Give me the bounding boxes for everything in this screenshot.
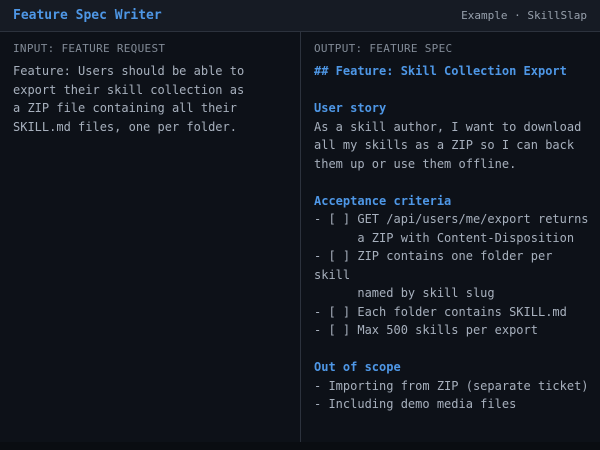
spec-text-line: a ZIP with Content-Disposition: [314, 229, 587, 248]
spec-text-line: - Including demo media files: [314, 395, 587, 414]
spec-text-line: - [ ] ZIP contains one folder per: [314, 247, 587, 266]
spec-text-line: [314, 81, 587, 100]
spec-heading-line: ## Feature: Skill Collection Export: [314, 62, 587, 81]
spec-text-line: As a skill author, I want to download: [314, 118, 587, 137]
input-feature-request-text: Feature: Users should be able to export …: [13, 62, 287, 137]
app-title: Feature Spec Writer: [13, 8, 162, 23]
spec-text-line: [314, 340, 587, 359]
spec-text-line: - [ ] Max 500 skills per export: [314, 321, 587, 340]
spec-text-line: skill: [314, 266, 587, 285]
spec-heading-line: Acceptance criteria: [314, 192, 587, 211]
spec-lines: ## Feature: Skill Collection Export User…: [314, 62, 587, 414]
spec-text-line: - [ ] Each folder contains SKILL.md: [314, 303, 587, 322]
spec-text-line: - [ ] GET /api/users/me/export returns: [314, 210, 587, 229]
spec-text-line: them up or use them offline.: [314, 155, 587, 174]
main-content: INPUT: FEATURE REQUEST Feature: Users sh…: [0, 32, 600, 442]
spec-heading-line: Out of scope: [314, 358, 587, 377]
spec-text-line: all my skills as a ZIP so I can back: [314, 136, 587, 155]
spec-text-line: named by skill slug: [314, 284, 587, 303]
input-panel: INPUT: FEATURE REQUEST Feature: Users sh…: [0, 32, 300, 442]
spec-heading-line: User story: [314, 99, 587, 118]
header-meta: Example · SkillSlap: [461, 9, 587, 22]
output-panel-label: OUTPUT: FEATURE SPEC: [314, 42, 587, 56]
output-panel: OUTPUT: FEATURE SPEC ## Feature: Skill C…: [300, 32, 600, 442]
app-header: Feature Spec Writer Example · SkillSlap: [0, 0, 600, 32]
spec-text-line: [314, 173, 587, 192]
input-panel-label: INPUT: FEATURE REQUEST: [13, 42, 287, 56]
spec-text-line: - Importing from ZIP (separate ticket): [314, 377, 587, 396]
